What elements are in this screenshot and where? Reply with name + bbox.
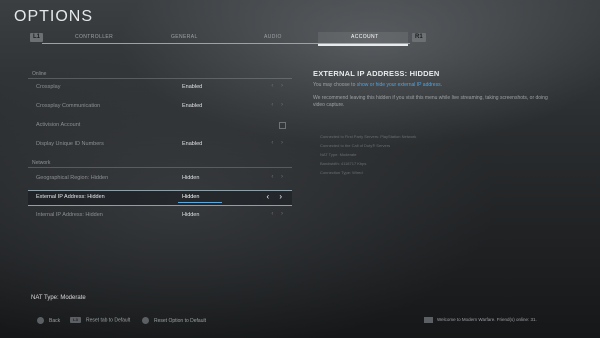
- section-header-online: Online: [32, 71, 47, 77]
- connection-info-line: Connection Type: Wired: [320, 170, 363, 175]
- nat-type-status: NAT Type: Moderate: [31, 295, 86, 301]
- option-label: Display Unique ID Numbers: [36, 141, 104, 147]
- section-divider: [28, 167, 292, 168]
- option-row-display-unique-id[interactable]: Display Unique ID Numbers Enabled ‹ ›: [28, 139, 292, 151]
- circle-button-icon: [37, 317, 44, 324]
- connection-info-line: Connected to the Call of Duty® Servers: [320, 143, 391, 148]
- reset-option-button[interactable]: Reset Option to Default: [142, 317, 206, 324]
- option-arrows-icon[interactable]: ‹ ›: [271, 102, 286, 108]
- detail-description: You may choose to show or hide your exte…: [313, 82, 553, 89]
- reset-option-label: Reset Option to Default: [154, 317, 206, 324]
- option-label: Internal IP Address: Hidden: [36, 212, 103, 218]
- option-row-external-ip[interactable]: External IP Address: Hidden Hidden ‹ ›: [28, 190, 292, 206]
- tab-active-indicator: [318, 44, 408, 46]
- detail-text: .: [440, 82, 442, 88]
- option-row-activision-account[interactable]: Activision Account: [28, 120, 292, 132]
- connection-info-line: Connected to First Party Servers: PlaySt…: [320, 134, 417, 139]
- tab-next-button[interactable]: R1: [412, 33, 426, 42]
- option-value: Hidden: [182, 194, 200, 200]
- reset-tab-button[interactable]: L3 Reset tab to Default: [70, 317, 130, 323]
- detail-recommendation: We recommend leaving this hidden if you …: [313, 95, 548, 108]
- tab-account[interactable]: ACCOUNT: [351, 34, 379, 40]
- option-label: Geographical Region: Hidden: [36, 175, 109, 181]
- selection-bar: [178, 202, 222, 203]
- option-label: Crossplay: [36, 84, 61, 90]
- option-row-crossplay[interactable]: Crossplay Enabled ‹ ›: [28, 82, 292, 94]
- option-arrows-icon[interactable]: ‹ ›: [271, 140, 286, 146]
- tab-general[interactable]: GENERAL: [171, 34, 198, 40]
- section-divider: [28, 78, 292, 79]
- option-value: Hidden: [182, 175, 200, 181]
- detail-text: You may choose to: [313, 82, 357, 88]
- reset-tab-label: Reset tab to Default: [86, 317, 131, 324]
- tab-prev-button[interactable]: L1: [30, 33, 44, 42]
- back-button[interactable]: Back: [37, 317, 60, 324]
- welcome-text: Welcome to Modern Warfare. Friend(s) onl…: [437, 317, 537, 323]
- option-arrows-icon[interactable]: ‹ ›: [271, 174, 286, 180]
- option-value: Enabled: [182, 141, 203, 147]
- option-arrows-icon[interactable]: ‹ ›: [266, 192, 286, 201]
- page-title: OPTIONS: [14, 8, 94, 25]
- chat-icon: [424, 317, 433, 323]
- back-label: Back: [49, 317, 61, 324]
- option-row-geographical-region[interactable]: Geographical Region: Hidden Hidden ‹ ›: [28, 173, 292, 185]
- option-value: Enabled: [182, 84, 203, 90]
- connection-info-line: Bandwidth: 4118717 Kbps: [320, 161, 367, 166]
- option-row-crossplay-communication[interactable]: Crossplay Communication Enabled ‹ ›: [28, 101, 292, 113]
- welcome-message: Welcome to Modern Warfare. Friend(s) onl…: [424, 317, 537, 323]
- option-arrows-icon[interactable]: ‹ ›: [271, 211, 286, 217]
- options-button-icon: [142, 317, 149, 324]
- option-label: External IP Address: Hidden: [36, 194, 105, 200]
- l3-button-icon: L3: [70, 317, 81, 323]
- tab-audio[interactable]: AUDIO: [264, 34, 282, 40]
- section-header-network: Network: [32, 160, 51, 166]
- option-value: Enabled: [182, 103, 203, 109]
- detail-title: EXTERNAL IP ADDRESS: HIDDEN: [313, 69, 440, 78]
- option-value: Hidden: [182, 212, 200, 218]
- external-link-icon[interactable]: [279, 122, 286, 129]
- option-label: Activision Account: [36, 122, 81, 128]
- option-row-internal-ip[interactable]: Internal IP Address: Hidden Hidden ‹ ›: [28, 210, 292, 222]
- connection-info-line: NAT Type: Moderate: [320, 152, 357, 157]
- option-label: Crossplay Communication: [36, 103, 101, 109]
- tab-bar: L1 CONTROLLER GENERAL AUDIO ACCOUNT R1: [28, 32, 428, 46]
- option-arrows-icon[interactable]: ‹ ›: [271, 83, 286, 89]
- tab-controller[interactable]: CONTROLLER: [75, 34, 113, 40]
- toggle-ip-link[interactable]: show or hide your external IP address: [357, 82, 441, 88]
